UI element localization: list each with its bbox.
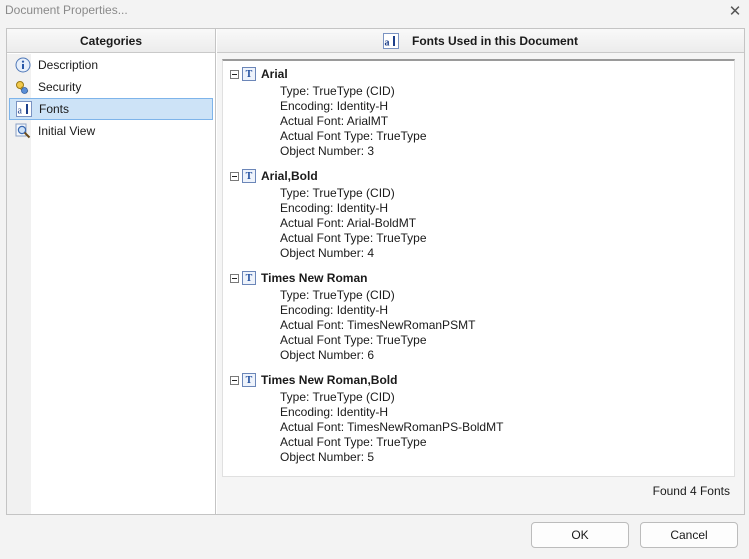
font-entry: T Times New Roman Type: TrueType (CID) E… xyxy=(223,268,734,363)
font-property: Encoding: Identity-H xyxy=(280,201,389,215)
font-property: Actual Font Type: TrueType xyxy=(280,333,427,347)
truetype-font-icon: T xyxy=(242,169,256,183)
font-property: Encoding: Identity-H xyxy=(280,99,389,113)
key-icon xyxy=(15,79,31,95)
font-property: Encoding: Identity-H xyxy=(280,405,389,419)
category-label: Initial View xyxy=(38,124,96,138)
font-property: Actual Font: ArialMT xyxy=(280,114,389,128)
categories-header: Categories xyxy=(7,29,215,53)
title-bar: Document Properties... ✕ xyxy=(0,0,749,22)
font-entry: T Times New Roman,Bold Type: TrueType (C… xyxy=(223,370,734,465)
collapse-toggle-icon[interactable] xyxy=(230,171,239,181)
font-name: Arial,Bold xyxy=(261,169,318,183)
fonts-header-title: Fonts Used in this Document xyxy=(411,33,578,48)
font-property: Actual Font Type: TrueType xyxy=(280,231,427,245)
font-property: Actual Font: Arial-BoldMT xyxy=(280,216,417,230)
truetype-font-icon: T xyxy=(242,373,256,387)
truetype-font-icon: T xyxy=(242,271,256,285)
font-entry-header: T Times New Roman xyxy=(223,268,734,288)
font-property: Actual Font Type: TrueType xyxy=(280,435,427,449)
collapse-toggle-icon[interactable] xyxy=(230,69,239,79)
font-property: Actual Font: TimesNewRomanPSMT xyxy=(280,318,476,332)
cancel-button[interactable]: Cancel xyxy=(640,522,738,548)
categories-list: Description Security a Fonts Initial Vie… xyxy=(7,54,215,142)
font-name: Times New Roman,Bold xyxy=(261,373,398,387)
fonts-found-status: Found 4 Fonts xyxy=(652,484,730,498)
fonts-pane: a Fonts Used in this Document T Arial Ty… xyxy=(217,29,744,514)
category-item-security[interactable]: Security xyxy=(9,76,213,98)
close-icon[interactable]: ✕ xyxy=(721,0,749,22)
font-entry: T Arial,Bold Type: TrueType (CID) Encodi… xyxy=(223,166,734,261)
font-property: Type: TrueType (CID) xyxy=(280,84,395,98)
collapse-toggle-icon[interactable] xyxy=(230,375,239,385)
category-label: Description xyxy=(38,58,99,72)
fonts-tree[interactable]: T Arial Type: TrueType (CID) Encoding: I… xyxy=(222,59,735,477)
font-property: Encoding: Identity-H xyxy=(280,303,389,317)
info-icon xyxy=(15,57,31,73)
categories-pane: Categories Description Security a Fonts xyxy=(7,29,216,514)
ok-button[interactable]: OK xyxy=(531,522,629,548)
font-property: Type: TrueType (CID) xyxy=(280,288,395,302)
magnifier-icon xyxy=(15,123,31,139)
fonts-header: a Fonts Used in this Document xyxy=(217,29,744,53)
font-property: Object Number: 3 xyxy=(280,144,375,158)
window-title: Document Properties... xyxy=(5,3,128,17)
category-label: Security xyxy=(38,80,82,94)
font-icon: a xyxy=(16,101,32,117)
category-item-fonts[interactable]: a Fonts xyxy=(9,98,213,120)
font-name: Arial xyxy=(261,67,288,81)
font-property: Type: TrueType (CID) xyxy=(280,390,395,404)
font-entry: T Arial Type: TrueType (CID) Encoding: I… xyxy=(223,64,734,159)
svg-text:a: a xyxy=(384,37,389,48)
font-entry-header: T Times New Roman,Bold xyxy=(223,370,734,390)
font-property: Type: TrueType (CID) xyxy=(280,186,395,200)
font-entry-header: T Arial,Bold xyxy=(223,166,734,186)
svg-text:a: a xyxy=(18,106,23,117)
font-property: Actual Font Type: TrueType xyxy=(280,129,427,143)
font-property: Object Number: 5 xyxy=(280,450,375,464)
font-name: Times New Roman xyxy=(261,271,368,285)
category-label: Fonts xyxy=(39,102,70,116)
font-entry-header: T Arial xyxy=(223,64,734,84)
font-property: Object Number: 4 xyxy=(280,246,375,260)
truetype-font-icon: T xyxy=(242,67,256,81)
collapse-toggle-icon[interactable] xyxy=(230,273,239,283)
dialog-body: Categories Description Security a Fonts xyxy=(6,28,745,515)
font-property: Object Number: 6 xyxy=(280,348,375,362)
category-item-initial-view[interactable]: Initial View xyxy=(9,120,213,142)
category-item-description[interactable]: Description xyxy=(9,54,213,76)
font-property: Actual Font: TimesNewRomanPS-BoldMT xyxy=(280,420,504,434)
font-icon: a xyxy=(382,32,399,49)
